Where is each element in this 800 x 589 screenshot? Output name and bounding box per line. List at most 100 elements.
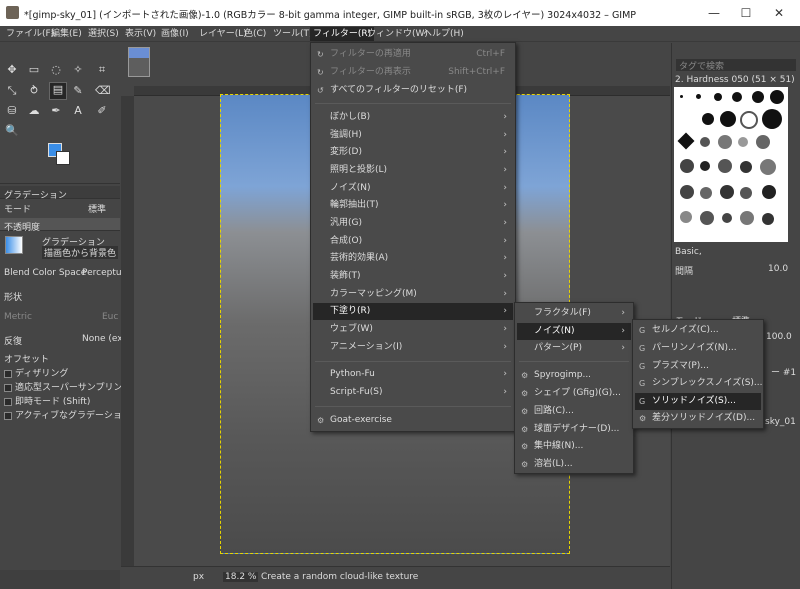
background-color-swatch[interactable] [56, 151, 70, 165]
render-submenu: フラクタル(F) › ノイズ(N) › パターン(P) › ⚙ Spyrogimp...… [514, 302, 634, 474]
noise-solid[interactable]: G ソリッドノイズ(S)... [635, 393, 761, 410]
menu-view[interactable]: 表示(V) [122, 27, 159, 41]
menu-color[interactable]: 色(C) [241, 27, 269, 41]
menu-bar: ファイル(F) 編集(E) 選択(S) 表示(V) 画像(I) レイヤー(L) … [0, 26, 800, 42]
tool-options-panel: グラデーション モード 標準 不透明度 グラデーション 描画色から背景色 Ble… [0, 183, 131, 569]
render-sphere-designer[interactable]: ⚙ 球面デザイナー(D)... [517, 421, 631, 438]
filter-script-fu[interactable]: Script-Fu(S) › [313, 384, 513, 401]
render-pattern[interactable]: パターン(P) › [517, 340, 631, 357]
rect-select-icon[interactable]: ▭ [27, 63, 41, 77]
image-tab-thumbnail[interactable] [128, 47, 150, 77]
layer-name-2[interactable]: sky_01 [765, 417, 796, 427]
filter-distorts[interactable]: 変形(D) › [313, 144, 513, 161]
transform-icon[interactable]: ⤡ [5, 84, 19, 98]
noise-cell[interactable]: G セルノイズ(C)... [635, 322, 761, 339]
filter-decor[interactable]: 装飾(T) › [313, 268, 513, 285]
noise-submenu: G セルノイズ(C)... G パーリンノイズ(N)... G プラズマ(P)... … [632, 319, 764, 429]
minimize-button[interactable]: — [697, 0, 731, 26]
reshow-filter-item[interactable]: ↻ フィルターの再表示 Shift+Ctrl+F [313, 64, 513, 81]
noise-difference-solid[interactable]: ⚙ 差分ソリッドノイズ(D)... [635, 410, 761, 427]
filter-render[interactable]: 下塗り(R) › [313, 303, 513, 320]
render-lava[interactable]: ⚙ 溶岩(L)... [517, 456, 631, 473]
layer-opacity-value[interactable]: 100.0 [766, 332, 792, 342]
filter-goat-exercise[interactable]: ⚙ Goat-exercise [313, 412, 513, 429]
zoom-icon[interactable]: 🔍 [5, 124, 19, 138]
render-noise[interactable]: ノイズ(N) › [517, 323, 631, 340]
metric-select[interactable]: Euc [102, 312, 118, 322]
render-fractal[interactable]: フラクタル(F) › [517, 305, 631, 322]
gradient-preview[interactable] [5, 236, 23, 254]
text-tool-icon[interactable]: A [71, 104, 85, 118]
gradient-name[interactable]: 描画色から背景色 [42, 246, 119, 259]
unit-select[interactable]: px [193, 572, 204, 582]
filter-generic[interactable]: 汎用(G) › [313, 215, 513, 232]
filter-combine[interactable]: 合成(O) › [313, 233, 513, 250]
menu-help[interactable]: ヘルプ(H) [420, 27, 467, 41]
menu-separator [315, 406, 511, 407]
reapply-filter-item[interactable]: ↻ フィルターの再適用 Ctrl+F [313, 46, 513, 63]
menu-select[interactable]: 選択(S) [85, 27, 122, 41]
render-line-nova[interactable]: ⚙ 集中線(N)... [517, 438, 631, 455]
brush-grid[interactable] [674, 87, 788, 242]
offset-label: オフセット [4, 355, 50, 365]
spacing-label: 間隔 [675, 267, 694, 277]
filter-map[interactable]: カラーマッピング(M) › [313, 286, 513, 303]
menu-separator [519, 361, 629, 362]
spacing-value[interactable]: 10.0 [768, 264, 788, 274]
instant-mode-checkbox[interactable]: 即時モード (Shift) [4, 394, 90, 407]
tag-search-input[interactable]: タグで検索 [676, 59, 796, 72]
noise-plasma[interactable]: G プラズマ(P)... [635, 358, 761, 375]
filter-enhance[interactable]: 強調(H) › [313, 127, 513, 144]
brush-name: 2. Hardness 050 (51 × 51) [675, 75, 795, 85]
filter-blur[interactable]: ぼかし(B) › [313, 109, 513, 126]
filter-artistic[interactable]: 芸術的効果(A) › [313, 250, 513, 267]
layer-name-1[interactable]: ー #1 [771, 365, 796, 378]
filter-noise[interactable]: ノイズ(N) › [313, 180, 513, 197]
menu-tools[interactable]: ツール(T) [270, 27, 316, 41]
repeat-label: 反復 [4, 337, 23, 347]
warp-icon[interactable]: ⥁ [27, 84, 41, 98]
maximize-button[interactable]: ☐ [729, 0, 763, 26]
menu-image[interactable]: 画像(I) [158, 27, 192, 41]
close-button[interactable]: ✕ [762, 0, 796, 26]
path-icon[interactable]: ✒ [49, 104, 63, 118]
status-bar: px 18.2 % Create a random cloud-like tex… [121, 566, 670, 589]
filter-edge-detect[interactable]: 輪郭抽出(T) › [313, 197, 513, 214]
blend-color-space-label: Blend Color Space [4, 268, 87, 278]
mode-select[interactable]: 標準 [88, 202, 106, 215]
menu-edit[interactable]: 編集(E) [48, 27, 85, 41]
filter-python-fu[interactable]: Python-Fu › [313, 366, 513, 383]
repeat-select[interactable]: None (ex [82, 334, 123, 344]
supersample-checkbox[interactable]: 適応型スーパーサンプリング [4, 380, 131, 393]
gradient-tool-icon[interactable]: ▤ [49, 82, 67, 100]
filter-light-shadow[interactable]: 照明と投影(L) › [313, 162, 513, 179]
fuzzy-select-icon[interactable]: ✧ [71, 63, 85, 77]
mode-label: モード [4, 205, 32, 215]
zoom-select[interactable]: 18.2 % [223, 572, 259, 582]
dither-checkbox[interactable]: ディザリング [4, 366, 68, 379]
clone-icon[interactable]: ⛁ [5, 104, 19, 118]
noise-simplex[interactable]: G シンプレックスノイズ(S)... [635, 375, 763, 392]
lasso-icon[interactable]: ◌ [49, 63, 63, 77]
render-circuit[interactable]: ⚙ 回路(C)... [517, 403, 631, 420]
noise-perlin[interactable]: G パーリンノイズ(N)... [635, 340, 761, 357]
active-gradient-checkbox[interactable]: アクティブなグラデーション [4, 408, 131, 421]
color-picker-icon[interactable]: ✐ [95, 104, 109, 118]
tool-options-header: グラデーション [0, 186, 120, 201]
render-gfig[interactable]: ⚙ シェイプ (Gfig)(G)... [517, 385, 631, 402]
preset-select[interactable]: Basic, [675, 247, 702, 257]
filters-menu: ↻ フィルターの再適用 Ctrl+F ↻ フィルターの再表示 Shift+Ctrl+F … [310, 42, 516, 432]
gimp-app-icon [6, 6, 19, 19]
vertical-ruler [121, 96, 134, 566]
status-message: Create a random cloud-like texture [261, 572, 419, 582]
paintbrush-icon[interactable]: ✎ [71, 84, 85, 98]
filter-animation[interactable]: アニメーション(I) › [313, 339, 513, 356]
smudge-icon[interactable]: ☁ [27, 104, 41, 118]
filter-web[interactable]: ウェブ(W) › [313, 321, 513, 338]
render-spyrogimp[interactable]: ⚙ Spyrogimp... [517, 367, 631, 384]
eraser-icon[interactable]: ⌫ [95, 84, 111, 98]
move-tool-icon[interactable]: ✥ [5, 63, 19, 77]
crop-icon[interactable]: ⌗ [95, 63, 109, 77]
opacity-slider[interactable]: 不透明度 [0, 218, 120, 233]
reset-all-filters-item[interactable]: ↺ すべてのフィルターのリセット(F) [313, 82, 513, 99]
